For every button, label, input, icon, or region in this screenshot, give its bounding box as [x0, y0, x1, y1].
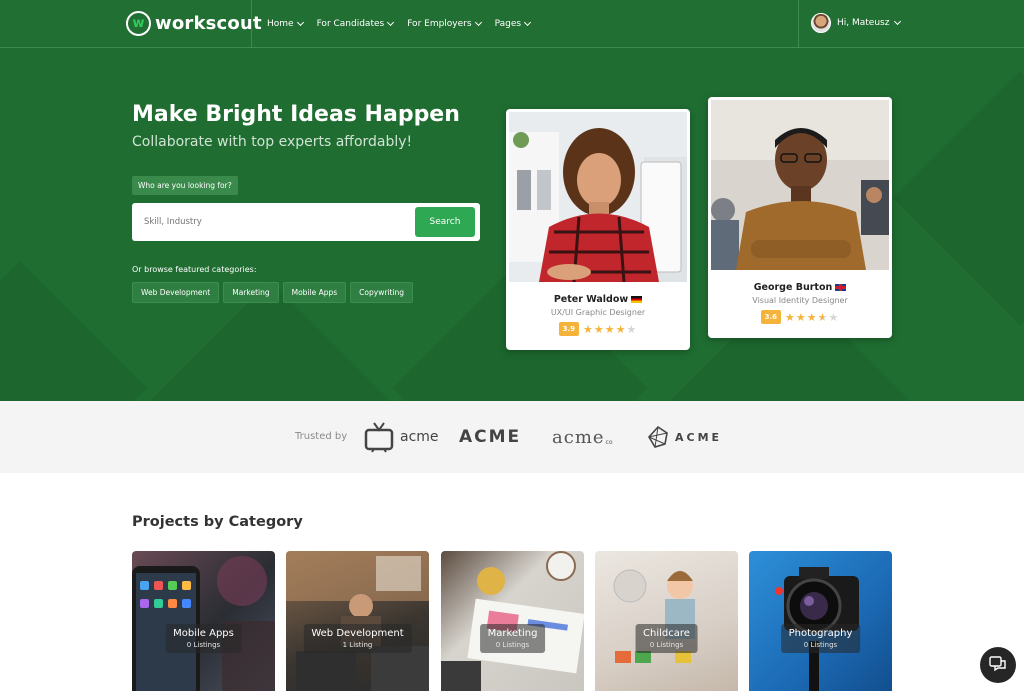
- tv-icon: [364, 422, 394, 453]
- chevron-down-icon: [296, 18, 304, 27]
- featured-categories: Web Development Marketing Mobile Apps Co…: [132, 282, 414, 303]
- category-name: Childcare: [643, 628, 690, 639]
- nav-item-for-candidates[interactable]: For Candidates: [316, 18, 395, 29]
- hero-section: Make Bright Ideas Happen Collaborate wit…: [0, 48, 1024, 401]
- category-tag-marketing[interactable]: Marketing: [223, 282, 279, 303]
- category-count: 0 Listings: [186, 641, 221, 649]
- hero-decoration: [0, 260, 148, 401]
- category-overlay: Web Development 1 Listing: [303, 624, 412, 653]
- freelancer-card[interactable]: George Burton Visual Identity Designer 3…: [708, 97, 892, 338]
- brand-logo-acme-geometric: ACME: [647, 421, 722, 453]
- category-count: 0 Listings: [495, 641, 530, 649]
- brand-logo-acme-tv: acme: [364, 421, 439, 453]
- brand-logo-text: ACME: [675, 430, 723, 444]
- workscout-logo-icon: w: [126, 11, 151, 36]
- main-menu: Home For Candidates For Employers Pages: [267, 0, 532, 48]
- brand-logo-acme-envelope: ACME: [459, 421, 521, 453]
- brand-logo-text: acme: [400, 429, 439, 445]
- freelancer-name: George Burton: [708, 282, 892, 293]
- geometric-logo-icon: [648, 425, 668, 448]
- nav-item-label: Home: [267, 19, 294, 29]
- chevron-down-icon: [474, 18, 482, 27]
- freelancer-photo: [711, 100, 889, 270]
- category-name: Photography: [788, 628, 853, 639]
- category-overlay: Marketing 0 Listings: [479, 624, 546, 653]
- chevron-down-icon: [524, 18, 532, 27]
- brand-name: workscout: [155, 13, 262, 34]
- freelancer-role: UX/UI Graphic Designer: [550, 308, 646, 317]
- browse-categories-label: Or browse featured categories:: [132, 265, 257, 274]
- avatar: [811, 13, 831, 33]
- chat-bubbles-icon: [989, 656, 1006, 672]
- brand-logo-acme-script: acme co: [552, 421, 613, 453]
- de-flag-icon: [631, 296, 643, 303]
- freelancer-role: Visual Identity Designer: [752, 296, 848, 305]
- nav-divider: [251, 0, 252, 48]
- category-count: 1 Listing: [342, 641, 373, 649]
- category-tag-web-development[interactable]: Web Development: [132, 282, 220, 303]
- trusted-label: Trusted by: [295, 431, 348, 442]
- category-overlay: Childcare 0 Listings: [635, 624, 698, 653]
- category-image: [286, 551, 429, 691]
- search-input[interactable]: [144, 203, 404, 241]
- hero-title: Make Bright Ideas Happen: [132, 102, 460, 127]
- category-name: Web Development: [311, 628, 404, 639]
- projects-section-title: Projects by Category: [132, 514, 303, 530]
- category-card-marketing[interactable]: Marketing 0 Listings: [441, 551, 584, 691]
- freelancer-name: Peter Waldow: [506, 294, 690, 305]
- category-name: Marketing: [487, 628, 538, 639]
- chevron-down-icon: [894, 17, 902, 26]
- search-button[interactable]: Search: [415, 207, 475, 237]
- category-card-mobile-apps[interactable]: Mobile Apps 0 Listings: [132, 551, 275, 691]
- brand-logo-text: acme: [552, 426, 605, 448]
- trusted-by-bar: Trusted by acme ACME acme co ACME: [0, 401, 1024, 473]
- nav-item-home[interactable]: Home: [267, 18, 304, 29]
- category-count: 0 Listings: [649, 641, 684, 649]
- nav-item-pages[interactable]: Pages: [494, 18, 532, 29]
- category-image: [613, 569, 695, 663]
- search-label: Who are you looking for?: [132, 176, 238, 195]
- brand-logo[interactable]: w workscout: [126, 11, 262, 36]
- category-image: [441, 551, 584, 691]
- nav-divider: [798, 0, 799, 48]
- user-menu[interactable]: Hi, Mateusz: [811, 13, 902, 33]
- hero-subtitle: Collaborate with top experts affordably!: [132, 134, 413, 150]
- hero-decoration: [892, 70, 1024, 326]
- rating-badge: 3.6: [760, 310, 782, 324]
- freelancer-photo: [509, 112, 687, 282]
- category-overlay: Mobile Apps 0 Listings: [165, 624, 242, 653]
- user-greeting: Hi, Mateusz: [837, 18, 890, 28]
- nav-item-label: For Candidates: [316, 19, 385, 29]
- category-image: [775, 567, 859, 691]
- brand-logo-suffix: co: [605, 438, 613, 446]
- top-navbar: w workscout Home For Candidates For Empl…: [0, 0, 1024, 48]
- chevron-down-icon: [387, 18, 395, 27]
- chat-button[interactable]: [980, 647, 1016, 683]
- category-image: [132, 556, 275, 691]
- star-rating-icon: ★★★★★: [785, 310, 840, 324]
- nav-item-label: Pages: [494, 19, 522, 29]
- category-card-childcare[interactable]: Childcare 0 Listings: [595, 551, 738, 691]
- category-tag-copywriting[interactable]: Copywriting: [350, 282, 414, 303]
- category-card-web-development[interactable]: Web Development 1 Listing: [286, 551, 429, 691]
- category-overlay: Photography 0 Listings: [780, 624, 861, 653]
- brand-logo-text: ACME: [459, 427, 522, 447]
- category-count: 0 Listings: [803, 641, 838, 649]
- freelancer-card[interactable]: Peter Waldow UX/UI Graphic Designer 3.9 …: [506, 109, 690, 350]
- uk-flag-icon: [835, 284, 847, 291]
- search-box: Search: [132, 203, 480, 241]
- freelancer-name-text: Peter Waldow: [553, 294, 629, 305]
- freelancer-rating: 3.6 ★★★★★: [708, 310, 892, 324]
- nav-item-label: For Employers: [407, 19, 472, 29]
- category-tag-mobile-apps[interactable]: Mobile Apps: [282, 282, 347, 303]
- nav-item-for-employers[interactable]: For Employers: [407, 18, 482, 29]
- freelancer-rating: 3.9 ★★★★★: [506, 322, 690, 336]
- category-name: Mobile Apps: [173, 628, 234, 639]
- rating-badge: 3.9: [558, 322, 580, 336]
- category-card-photography[interactable]: Photography 0 Listings: [749, 551, 892, 691]
- star-rating-icon: ★★★★★: [583, 322, 638, 336]
- freelancer-name-text: George Burton: [753, 282, 833, 293]
